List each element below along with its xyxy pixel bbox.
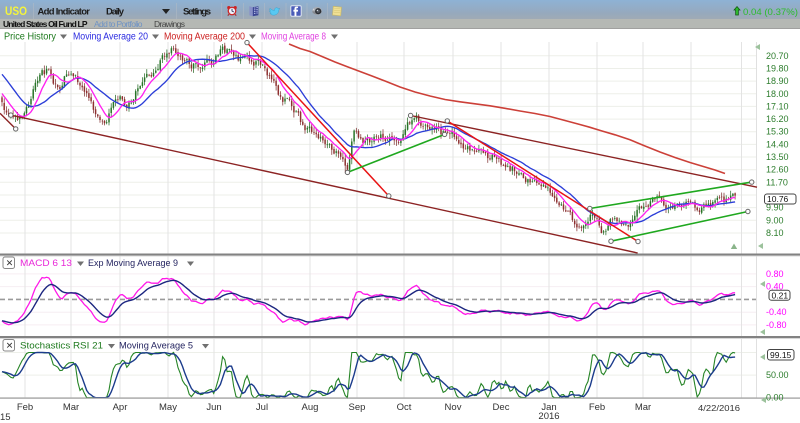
svg-text:Feb: Feb	[589, 402, 605, 413]
svg-text:MACD 6 13: MACD 6 13	[20, 258, 72, 269]
svg-text:Aug: Aug	[302, 402, 319, 413]
svg-text:19.80: 19.80	[766, 64, 789, 74]
svg-text:14.40: 14.40	[766, 139, 789, 149]
svg-text:15: 15	[0, 412, 11, 423]
svg-text:0.00: 0.00	[766, 393, 784, 403]
svg-text:Feb: Feb	[17, 402, 33, 413]
svg-text:50.00: 50.00	[766, 370, 789, 380]
svg-text:Moving Average 200: Moving Average 200	[164, 32, 245, 43]
svg-text:✕: ✕	[6, 258, 14, 268]
svg-text:Price History: Price History	[4, 32, 56, 43]
svg-text:Oct: Oct	[397, 402, 412, 413]
svg-text:13.50: 13.50	[766, 152, 789, 162]
svg-text:20.70: 20.70	[766, 51, 789, 61]
svg-text:Apr: Apr	[113, 402, 128, 413]
svg-text:2016: 2016	[538, 411, 559, 422]
svg-text:9.00: 9.00	[766, 215, 784, 225]
svg-text:15.30: 15.30	[766, 127, 789, 137]
svg-text:Sep: Sep	[349, 402, 366, 413]
svg-text:Drawings: Drawings	[154, 19, 185, 29]
svg-text:99.15: 99.15	[770, 350, 792, 360]
svg-text:18.90: 18.90	[766, 76, 789, 86]
svg-text:Add to Portfolio: Add to Portfolio	[94, 19, 143, 29]
svg-text:0.80: 0.80	[766, 269, 784, 279]
svg-text:Stochastics RSI 21: Stochastics RSI 21	[20, 341, 103, 352]
svg-text:-0.40: -0.40	[766, 307, 787, 317]
svg-text:16.20: 16.20	[766, 114, 789, 124]
svg-text:Mar: Mar	[635, 402, 651, 413]
svg-text:Settings: Settings	[183, 7, 211, 18]
svg-text:Daily: Daily	[106, 7, 125, 18]
svg-text:Jun: Jun	[206, 402, 221, 413]
svg-text:Exp Moving Average 9: Exp Moving Average 9	[88, 258, 178, 269]
svg-text:May: May	[159, 402, 177, 413]
svg-text:Mar: Mar	[63, 402, 79, 413]
svg-text:USO: USO	[5, 4, 27, 18]
svg-text:0.04 (0.37%): 0.04 (0.37%)	[743, 7, 798, 18]
svg-text:17.10: 17.10	[766, 101, 789, 111]
svg-text:10.76: 10.76	[767, 194, 789, 204]
svg-text:-0.80: -0.80	[766, 320, 787, 330]
svg-text:12.60: 12.60	[766, 165, 789, 175]
svg-text:Moving Average 20: Moving Average 20	[73, 32, 148, 43]
svg-text:Add Indicator: Add Indicator	[38, 7, 91, 18]
svg-text:Moving Average 5: Moving Average 5	[119, 341, 193, 352]
svg-text:Dec: Dec	[493, 402, 510, 413]
svg-text:United States Oil Fund LP: United States Oil Fund LP	[3, 19, 88, 29]
svg-text:Moving Average 8: Moving Average 8	[261, 32, 326, 43]
svg-text:Nov: Nov	[445, 402, 462, 413]
svg-text:✕: ✕	[6, 341, 14, 351]
svg-text:11.70: 11.70	[766, 177, 788, 187]
svg-text:8.10: 8.10	[766, 228, 784, 238]
svg-text:0.21: 0.21	[772, 290, 789, 300]
svg-text:Jul: Jul	[256, 402, 268, 413]
svg-text:18.00: 18.00	[766, 89, 789, 99]
svg-text:4/22/2016: 4/22/2016	[698, 404, 741, 413]
